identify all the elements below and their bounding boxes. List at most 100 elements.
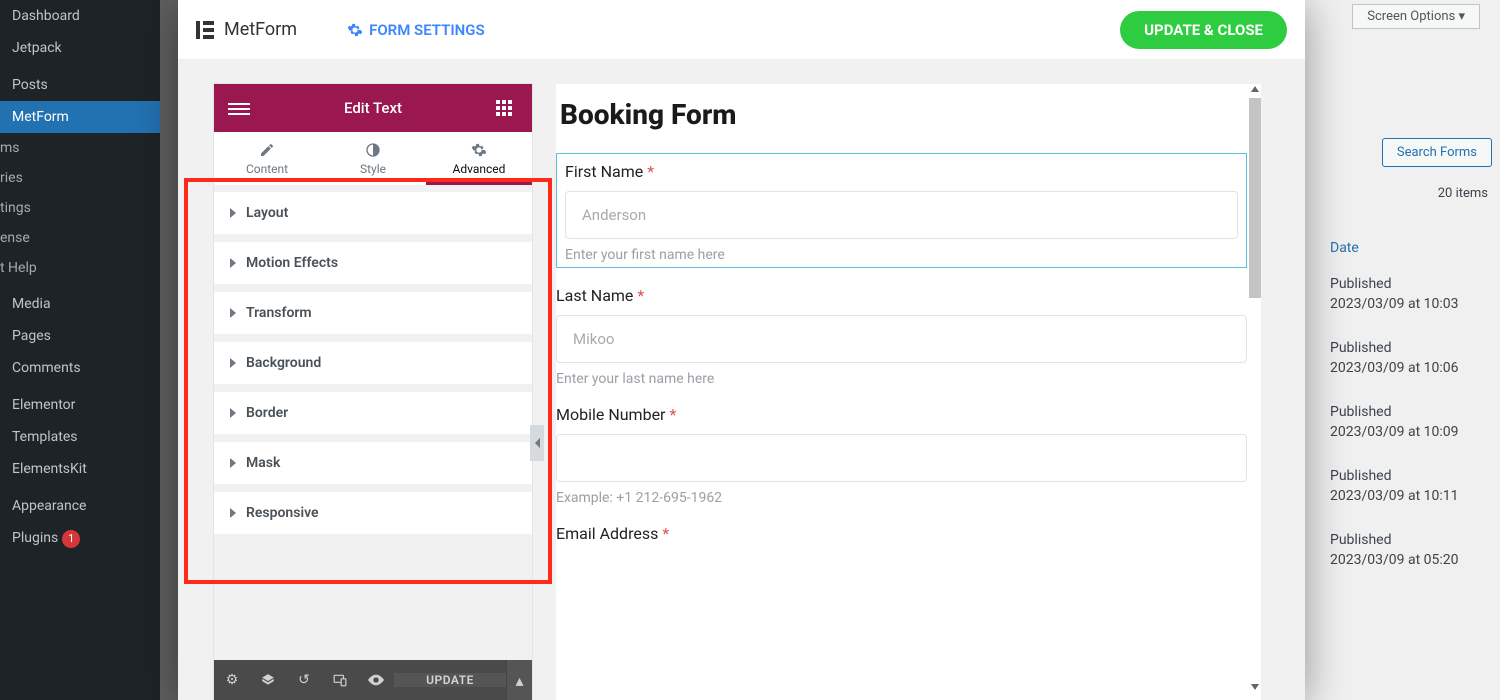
last-name-input[interactable] (556, 315, 1247, 363)
tab-advanced[interactable]: Advanced (426, 132, 532, 185)
plugins-update-badge: 1 (62, 530, 80, 548)
scroll-up-icon (1251, 86, 1259, 92)
field-help: Example: +1 212-695-1962 (556, 490, 1247, 506)
responsive-icon[interactable] (322, 660, 358, 700)
preview-icon[interactable] (358, 660, 394, 700)
sidebar-sub-help[interactable]: t Help (0, 253, 160, 283)
sidebar-sub-ms[interactable]: ms (0, 133, 160, 163)
gear-icon (347, 22, 363, 38)
date-label: 2023/03/09 at 10:09 (1330, 424, 1459, 440)
caret-right-icon (230, 458, 236, 468)
table-row[interactable]: Published 2023/03/09 at 10:09 (1320, 394, 1500, 458)
chevron-left-icon (535, 438, 540, 448)
form-canvas: Booking Form First Name * Enter your fir… (556, 84, 1261, 700)
section-mask[interactable]: Mask (214, 442, 532, 484)
sidebar-item-templates[interactable]: Templates (0, 421, 160, 453)
section-label: Layout (246, 205, 288, 221)
form-field-mobile[interactable]: Mobile Number * Example: +1 212-695-1962 (556, 405, 1247, 506)
pencil-icon (259, 142, 275, 158)
status-label: Published (1330, 532, 1494, 548)
sidebar-item-jetpack[interactable]: Jetpack (0, 32, 160, 64)
wp-admin-sidebar: Dashboard Jetpack Posts MetForm ms ries … (0, 0, 160, 700)
required-asterisk: * (637, 286, 644, 305)
form-field-first-name[interactable]: First Name * Enter your first name here (556, 153, 1247, 268)
form-field-email[interactable]: Email Address * (556, 524, 1247, 543)
section-label: Motion Effects (246, 255, 338, 271)
elementor-footer: ⚙ ↺ UPDATE ▴ (214, 660, 532, 700)
widgets-grid-icon[interactable] (496, 100, 518, 116)
modal-body: Edit Text Content Style Advanced (178, 60, 1305, 700)
sidebar-item-posts[interactable]: Posts (0, 69, 160, 101)
contrast-icon (365, 142, 381, 158)
label-text: Last Name (556, 286, 633, 305)
gear-icon (471, 142, 487, 158)
viewport: Dashboard Jetpack Posts MetForm ms ries … (0, 0, 1500, 700)
table-row[interactable]: Published2023/03/09 at 05:20 (1320, 522, 1500, 586)
layers-icon (261, 673, 275, 687)
panel-collapse-handle[interactable] (530, 425, 544, 461)
mobile-input[interactable] (556, 434, 1247, 482)
caret-right-icon (230, 258, 236, 268)
first-name-input[interactable] (565, 191, 1238, 239)
panel-title: Edit Text (344, 99, 402, 117)
sidebar-item-elementskit[interactable]: ElementsKit (0, 453, 160, 485)
scrollbar-thumb[interactable] (1249, 98, 1261, 298)
sidebar-item-appearance[interactable]: Appearance (0, 490, 160, 522)
update-close-button[interactable]: UPDATE & CLOSE (1120, 11, 1287, 49)
form-settings-button[interactable]: FORM SETTINGS (347, 21, 485, 39)
table-row[interactable]: Published 2023/03/09 at 10:03 (1320, 266, 1500, 330)
tab-label: Content (246, 162, 288, 176)
section-background[interactable]: Background (214, 342, 532, 384)
elementor-panel-header: Edit Text (214, 84, 532, 132)
items-count: 20 items (1438, 186, 1488, 201)
date-label: 2023/03/09 at 10:06 (1330, 360, 1459, 376)
panel-settings-icon[interactable]: ⚙ (214, 660, 250, 700)
sidebar-item-label: Plugins (12, 530, 58, 546)
caret-right-icon (230, 208, 236, 218)
section-responsive[interactable]: Responsive (214, 492, 532, 534)
section-motion-effects[interactable]: Motion Effects (214, 242, 532, 284)
sidebar-item-dashboard[interactable]: Dashboard (0, 0, 160, 32)
update-options-button[interactable]: ▴ (506, 660, 532, 700)
history-icon[interactable]: ↺ (286, 660, 322, 700)
field-label: First Name * (565, 162, 1238, 181)
search-forms-button[interactable]: Search Forms (1382, 138, 1492, 167)
sidebar-item-elementor[interactable]: Elementor (0, 389, 160, 421)
table-row[interactable]: Published2023/03/09 at 10:11 (1320, 458, 1500, 522)
label-text: First Name (565, 162, 643, 181)
sidebar-sub-ense[interactable]: ense (0, 223, 160, 253)
canvas-scrollbar[interactable] (1249, 88, 1261, 688)
modal-header: MetForm FORM SETTINGS UPDATE & CLOSE (178, 0, 1305, 60)
tab-style[interactable]: Style (320, 132, 426, 185)
status-label: Published (1330, 468, 1494, 484)
section-layout[interactable]: Layout (214, 192, 532, 234)
section-border[interactable]: Border (214, 392, 532, 434)
sidebar-item-comments[interactable]: Comments (0, 352, 160, 384)
navigator-icon[interactable] (250, 660, 286, 700)
section-label: Transform (246, 305, 312, 321)
sidebar-sub-tings[interactable]: tings (0, 193, 160, 223)
status-label: Published (1330, 340, 1494, 356)
elementor-panel: Edit Text Content Style Advanced (214, 84, 532, 700)
table-header-date[interactable]: Date (1320, 232, 1500, 264)
label-text: Email Address (556, 524, 658, 543)
right-column: Screen Options ▾ Search Forms 20 items D… (1300, 0, 1500, 700)
sidebar-item-plugins[interactable]: Plugins1 (0, 522, 160, 556)
status-label: Published (1330, 276, 1494, 292)
sidebar-sub-ries[interactable]: ries (0, 163, 160, 193)
sidebar-item-media[interactable]: Media (0, 288, 160, 320)
hamburger-icon[interactable] (228, 100, 250, 116)
published-list: Published2023/03/09 at 10:03 Published20… (1320, 266, 1500, 586)
section-transform[interactable]: Transform (214, 292, 532, 334)
tab-content[interactable]: Content (214, 132, 320, 185)
elementor-sections: Layout Motion Effects Transform Backgrou… (214, 186, 532, 660)
panel-update-button[interactable]: UPDATE (394, 673, 506, 687)
form-title: Booking Form (556, 84, 1247, 153)
table-row[interactable]: Published 2023/03/09 at 10:06 (1320, 330, 1500, 394)
sidebar-item-metform[interactable]: MetForm (0, 101, 160, 133)
date-label: 2023/03/09 at 10:03 (1330, 296, 1459, 312)
screen-options-button[interactable]: Screen Options ▾ (1352, 4, 1480, 29)
form-field-last-name[interactable]: Last Name * Enter your last name here (556, 286, 1247, 387)
status-label: Published (1330, 404, 1494, 420)
sidebar-item-pages[interactable]: Pages (0, 320, 160, 352)
